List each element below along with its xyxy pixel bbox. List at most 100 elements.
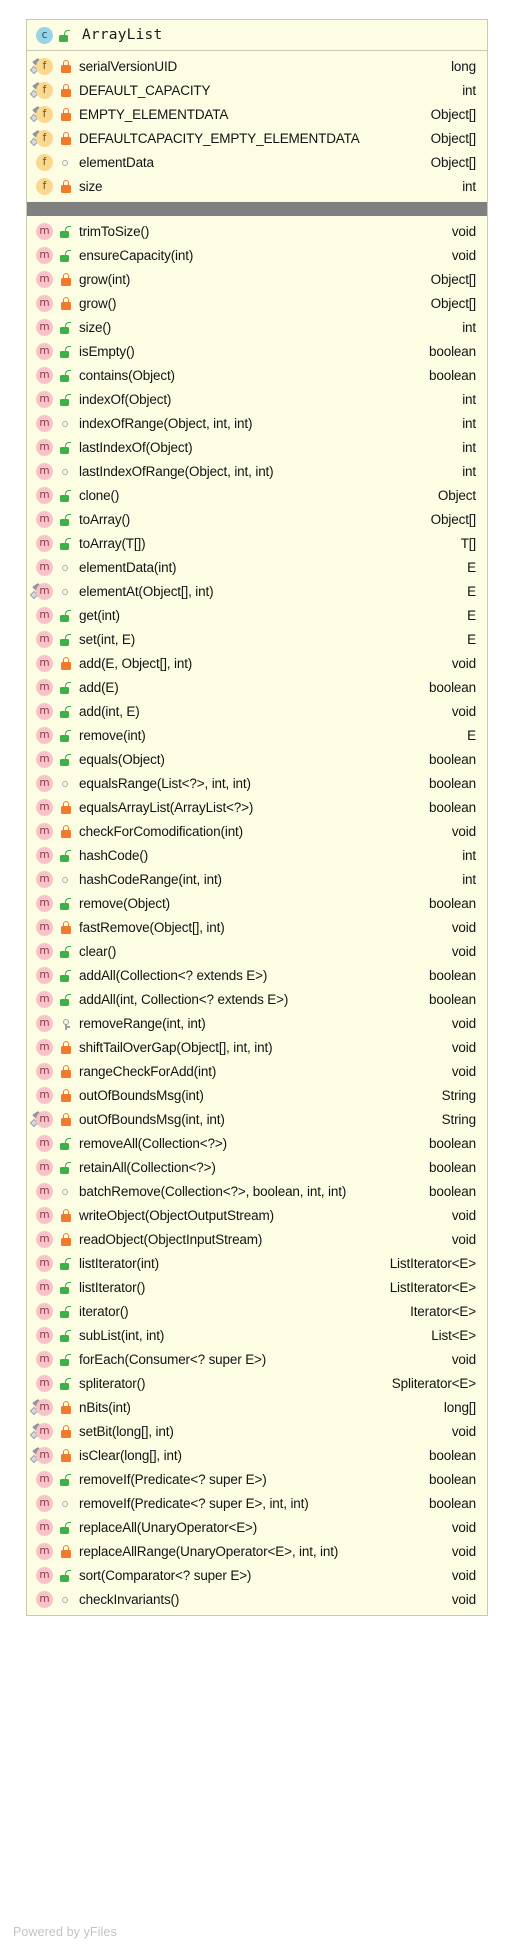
member-signature: removeAll(Collection<?>) [79, 1135, 227, 1151]
method-row[interactable]: m removeIf(Predicate<? super E>, int, int… [27, 1491, 487, 1515]
member-icon-letter: m [36, 750, 53, 768]
field-row[interactable]: f DEFAULT_CAPACITY int [27, 78, 487, 102]
method-row[interactable]: m checkForComodification(int) void [27, 819, 487, 843]
method-icon: m [36, 1110, 53, 1128]
method-row[interactable]: m writeObject(ObjectOutputStream) void [27, 1203, 487, 1227]
method-row[interactable]: m replaceAll(UnaryOperator<E>) void [27, 1515, 487, 1539]
unlock-icon [60, 704, 73, 719]
method-row[interactable]: m remove(int) E [27, 723, 487, 747]
method-row[interactable]: m batchRemove(Collection<?>, boolean, int… [27, 1179, 487, 1203]
method-row[interactable]: m removeIf(Predicate<? super E>) boolean [27, 1467, 487, 1491]
method-row[interactable]: m fastRemove(Object[], int) void [27, 915, 487, 939]
method-row[interactable]: m spliterator() Spliterator<E> [27, 1371, 487, 1395]
method-row[interactable]: m addAll(Collection<? extends E>) boolean [27, 963, 487, 987]
method-row[interactable]: m removeRange(int, int) void [27, 1011, 487, 1035]
method-row[interactable]: m readObject(ObjectInputStream) void [27, 1227, 487, 1251]
method-row[interactable]: m grow() Object[] [27, 291, 487, 315]
member-type: long [451, 58, 476, 74]
member-type: void [451, 1519, 476, 1535]
member-signature: lastIndexOf(Object) [79, 439, 193, 455]
lock-icon [60, 1112, 73, 1127]
method-row[interactable]: m subList(int, int) List<E> [27, 1323, 487, 1347]
method-icon: m [36, 966, 53, 984]
method-icon: m [36, 246, 53, 264]
method-row[interactable]: m checkInvariants() void [27, 1587, 487, 1611]
method-row[interactable]: m nBits(int) long[] [27, 1395, 487, 1419]
member-signature: get(int) [79, 607, 120, 623]
lock-icon [60, 1088, 73, 1103]
method-row[interactable]: m isClear(long[], int) boolean [27, 1443, 487, 1467]
field-row[interactable]: f DEFAULTCAPACITY_EMPTY_ELEMENTDATA Object… [27, 126, 487, 150]
uml-class-node[interactable]: c ArrayList f serialVersionUID long f DEFAUL… [26, 19, 488, 1616]
method-row[interactable]: m indexOfRange(Object, int, int) int [27, 411, 487, 435]
method-row[interactable]: m forEach(Consumer<? super E>) void [27, 1347, 487, 1371]
member-icon-letter: f [36, 57, 53, 75]
method-row[interactable]: m replaceAllRange(UnaryOperator<E>, int, … [27, 1539, 487, 1563]
class-header[interactable]: c ArrayList [27, 20, 487, 51]
field-row[interactable]: f elementData Object[] [27, 150, 487, 174]
member-signature: fastRemove(Object[], int) [79, 919, 225, 935]
method-row[interactable]: m grow(int) Object[] [27, 267, 487, 291]
method-icon: m [36, 1398, 53, 1416]
method-row[interactable]: m get(int) E [27, 603, 487, 627]
method-icon: m [36, 1518, 53, 1536]
member-icon-letter: m [36, 1110, 53, 1128]
method-row[interactable]: m retainAll(Collection<?>) boolean [27, 1155, 487, 1179]
method-row[interactable]: m ensureCapacity(int) void [27, 243, 487, 267]
unlock-icon [60, 1472, 73, 1487]
method-row[interactable]: m set(int, E) E [27, 627, 487, 651]
method-row[interactable]: m contains(Object) boolean [27, 363, 487, 387]
member-type: int [462, 463, 476, 479]
unlock-icon [60, 1352, 73, 1367]
method-row[interactable]: m equalsRange(List<?>, int, int) boolean [27, 771, 487, 795]
method-row[interactable]: m clone() Object [27, 483, 487, 507]
method-icon: m [36, 702, 53, 720]
field-row[interactable]: f EMPTY_ELEMENTDATA Object[] [27, 102, 487, 126]
method-row[interactable]: m add(int, E) void [27, 699, 487, 723]
unlock-icon [60, 1256, 73, 1271]
member-signature: outOfBoundsMsg(int, int) [79, 1111, 225, 1127]
method-row[interactable]: m trimToSize() void [27, 219, 487, 243]
method-row[interactable]: m toArray(T[]) T[] [27, 531, 487, 555]
method-row[interactable]: m listIterator() ListIterator<E> [27, 1275, 487, 1299]
method-row[interactable]: m rangeCheckForAdd(int) void [27, 1059, 487, 1083]
method-row[interactable]: m elementData(int) E [27, 555, 487, 579]
method-row[interactable]: m lastIndexOf(Object) int [27, 435, 487, 459]
method-row[interactable]: m elementAt(Object[], int) E [27, 579, 487, 603]
method-row[interactable]: m add(E, Object[], int) void [27, 651, 487, 675]
method-row[interactable]: m sort(Comparator<? super E>) void [27, 1563, 487, 1587]
member-type: boolean [429, 775, 476, 791]
method-icon: m [36, 678, 53, 696]
member-type: ListIterator<E> [389, 1255, 476, 1271]
method-row[interactable]: m size() int [27, 315, 487, 339]
method-row[interactable]: m isEmpty() boolean [27, 339, 487, 363]
method-row[interactable]: m shiftTailOverGap(Object[], int, int) voi… [27, 1035, 487, 1059]
method-row[interactable]: m setBit(long[], int) void [27, 1419, 487, 1443]
method-row[interactable]: m add(E) boolean [27, 675, 487, 699]
method-row[interactable]: m remove(Object) boolean [27, 891, 487, 915]
method-row[interactable]: m hashCode() int [27, 843, 487, 867]
method-row[interactable]: m hashCodeRange(int, int) int [27, 867, 487, 891]
member-icon-letter: m [36, 1494, 53, 1512]
member-type: int [462, 82, 476, 98]
method-row[interactable]: m equals(Object) boolean [27, 747, 487, 771]
method-row[interactable]: m listIterator(int) ListIterator<E> [27, 1251, 487, 1275]
member-icon-letter: m [36, 654, 53, 672]
method-row[interactable]: m lastIndexOfRange(Object, int, int) int [27, 459, 487, 483]
member-signature: contains(Object) [79, 367, 175, 383]
member-signature: sort(Comparator<? super E>) [79, 1567, 252, 1583]
method-row[interactable]: m toArray() Object[] [27, 507, 487, 531]
method-icon: m [36, 438, 53, 456]
field-row[interactable]: f size int [27, 174, 487, 198]
method-row[interactable]: m iterator() Iterator<E> [27, 1299, 487, 1323]
method-row[interactable]: m removeAll(Collection<?>) boolean [27, 1131, 487, 1155]
member-icon-letter: m [36, 1326, 53, 1344]
member-signature: toArray(T[]) [79, 535, 146, 551]
method-row[interactable]: m addAll(int, Collection<? extends E>) boo… [27, 987, 487, 1011]
method-row[interactable]: m equalsArrayList(ArrayList<?>) boolean [27, 795, 487, 819]
method-row[interactable]: m outOfBoundsMsg(int) String [27, 1083, 487, 1107]
method-row[interactable]: m indexOf(Object) int [27, 387, 487, 411]
method-row[interactable]: m outOfBoundsMsg(int, int) String [27, 1107, 487, 1131]
method-row[interactable]: m clear() void [27, 939, 487, 963]
field-row[interactable]: f serialVersionUID long [27, 54, 487, 78]
